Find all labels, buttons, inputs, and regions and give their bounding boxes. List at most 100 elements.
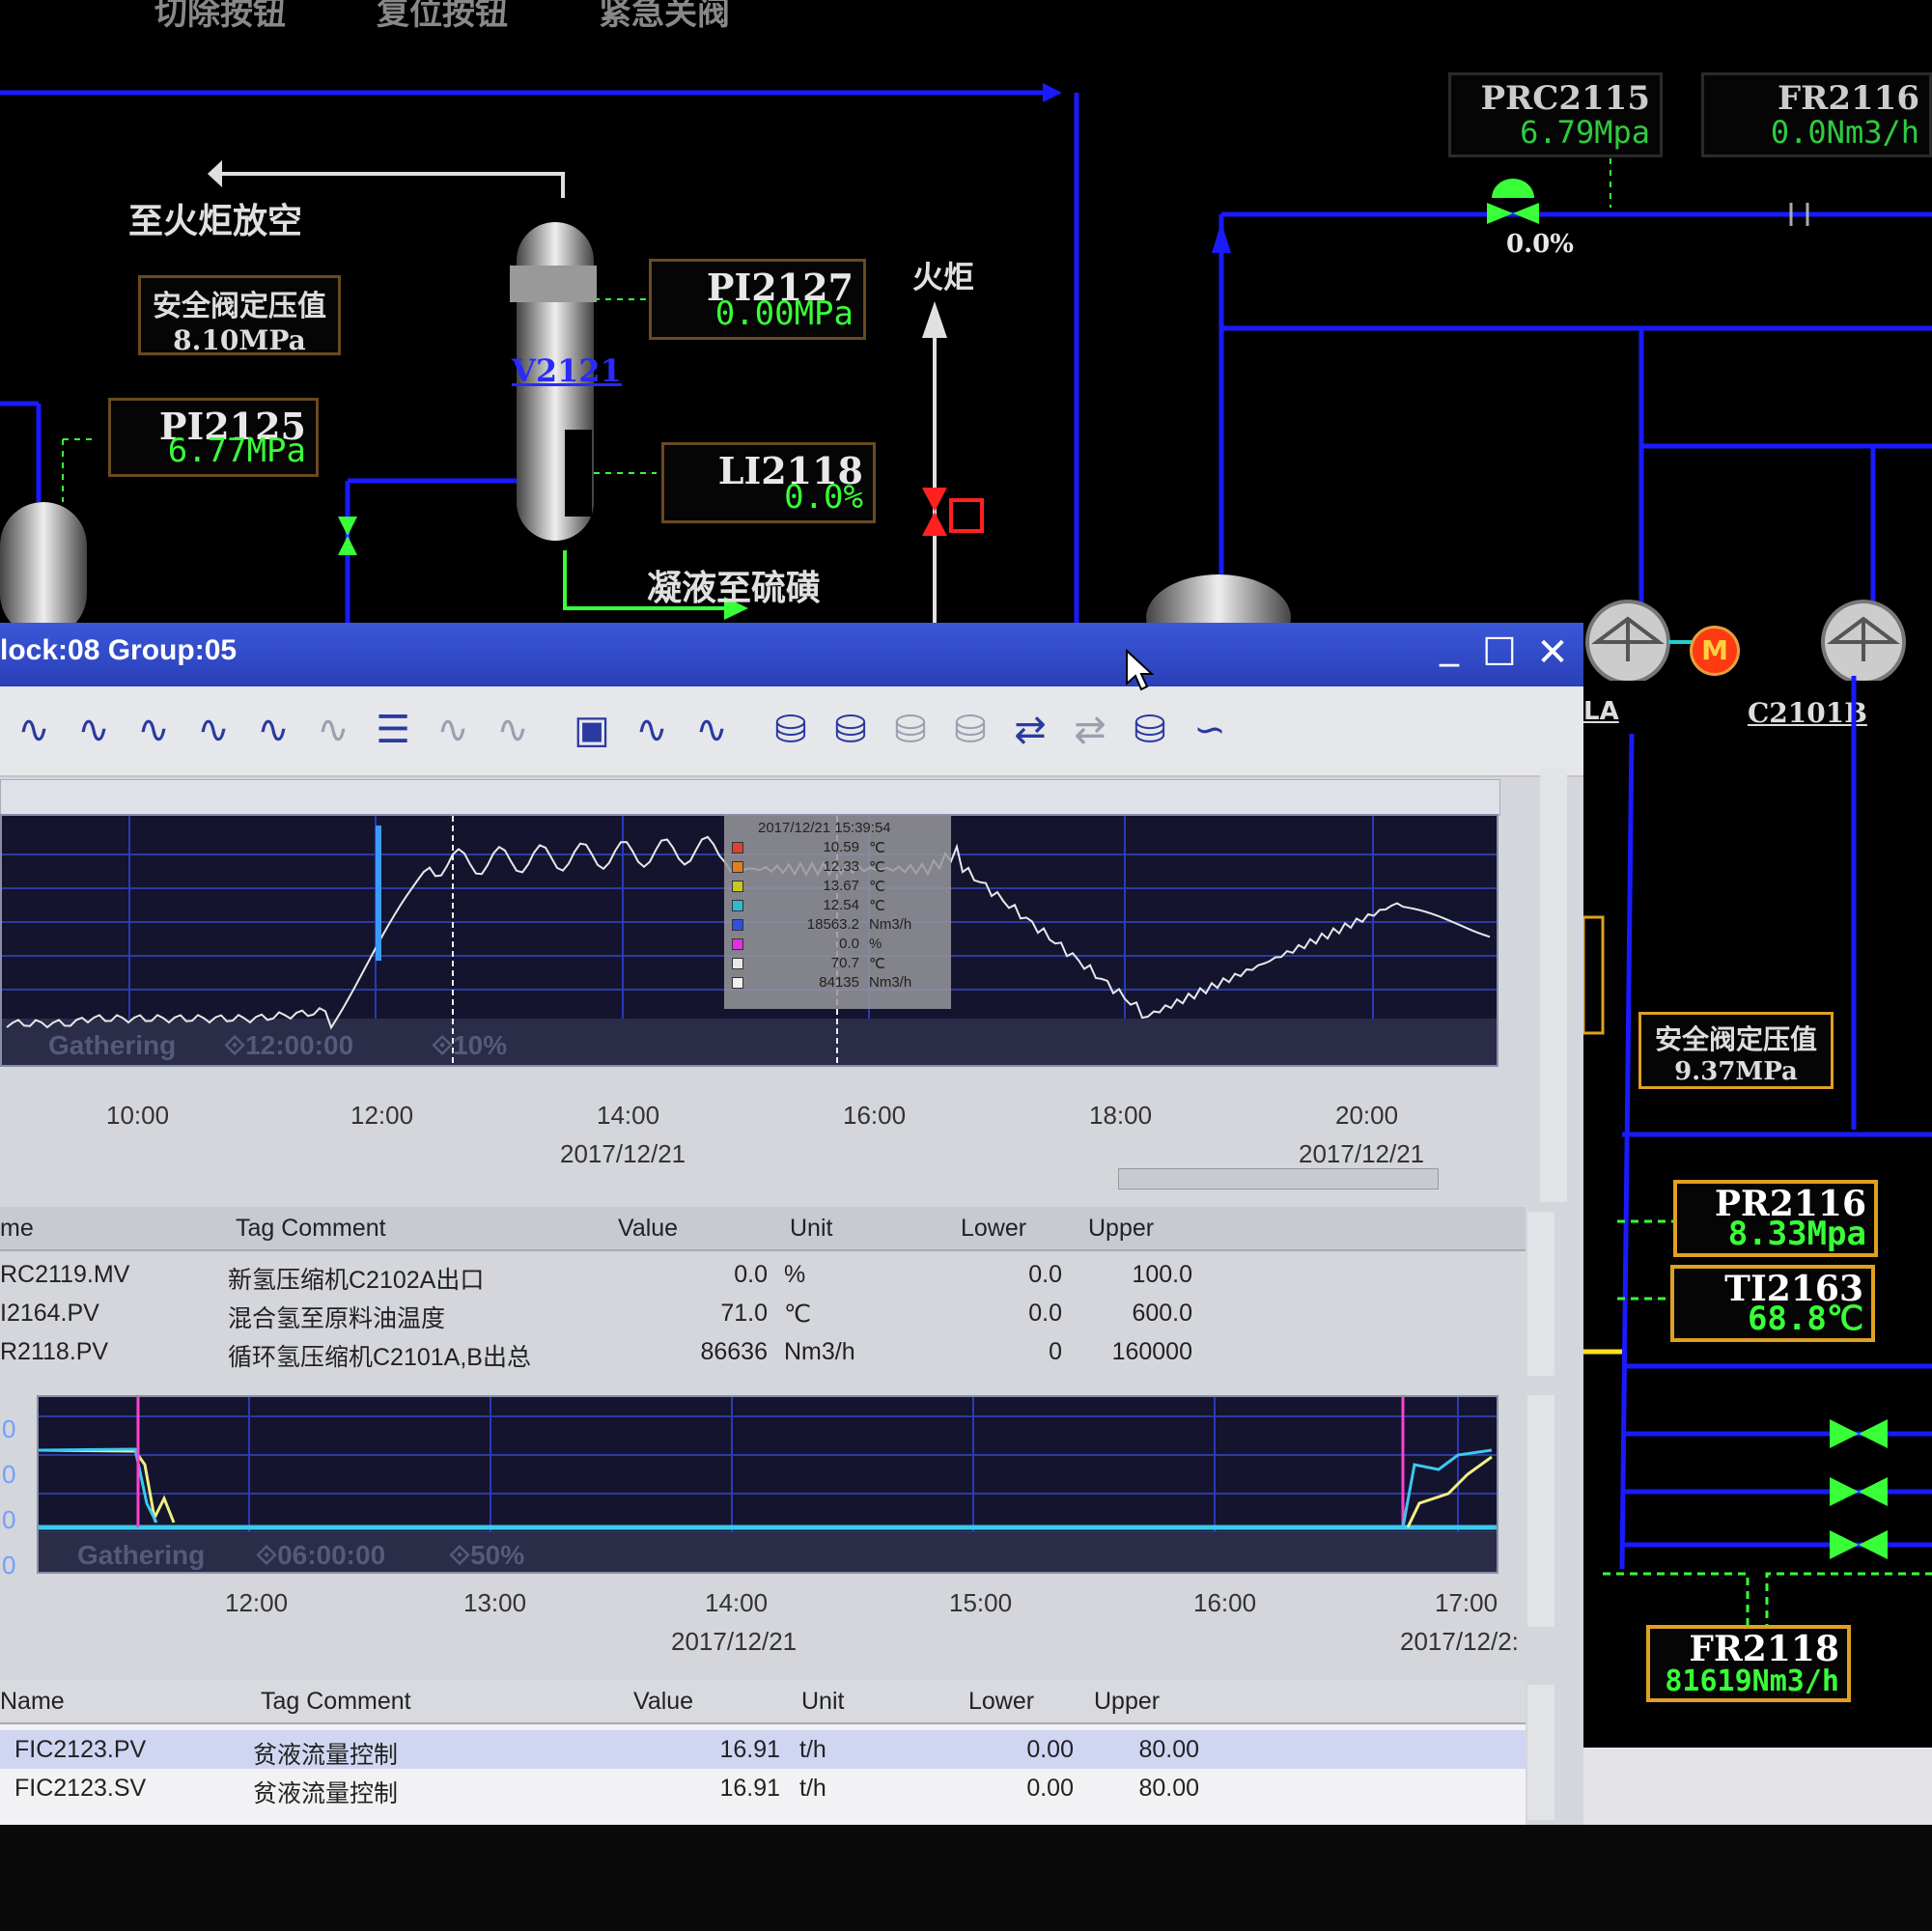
window-title: lock:08 Group:05 (0, 634, 238, 666)
trend-icon[interactable]: ∿ (487, 704, 539, 756)
table2: Name Tag Comment Value Unit Lower Upper … (0, 1680, 1526, 1825)
col-lower[interactable]: Lower (961, 1215, 1026, 1243)
table-cell: 循环氢压缩机C2101A,B出总 (228, 1344, 531, 1371)
pi2125-box[interactable]: PI2125 6.77MPa (108, 398, 319, 477)
trend-icon[interactable]: ∿ (8, 704, 60, 756)
table-row[interactable]: FIC2123.SV 贫液流量控制 16.91 t/h 0.00 80.00 (0, 1769, 1526, 1807)
col-tag-comment[interactable]: Tag Comment (236, 1215, 386, 1243)
chart2-ytick: 0 (2, 1551, 16, 1580)
chart1-vscroll[interactable] (1540, 768, 1567, 1202)
chart1-date: 2017/12/21 (1299, 1139, 1425, 1168)
col-lower[interactable]: Lower (968, 1688, 1034, 1716)
chart2-vscroll[interactable] (1527, 1395, 1554, 1627)
tooltip-value: 12.54 (823, 897, 859, 913)
table-cell: 100.0 (1132, 1261, 1192, 1288)
chart1-xtick: 12:00 (350, 1101, 414, 1130)
table-row[interactable]: R2118.PV 循环氢压缩机C2101A,B出总 86636 Nm3/h 0 16000… (0, 1332, 1526, 1371)
tooltip-swatch (732, 977, 743, 989)
table2-vscroll[interactable] (1527, 1685, 1554, 1820)
tooltip-unit: Nm3/h (869, 974, 912, 991)
chart2-series-yellow (1406, 1455, 1493, 1528)
col-unit[interactable]: Unit (801, 1688, 844, 1716)
chart2-plot[interactable]: Gathering ⟐06:00:00 ⟐50% (37, 1395, 1498, 1574)
table-row[interactable]: I2164.PV 混合氢至原料油温度 71.0 ℃ 0.0 600.0 (0, 1294, 1526, 1332)
chart1-xtick: 14:00 (597, 1101, 660, 1130)
tooltip-value: 84135 (819, 974, 859, 991)
table-row[interactable]: FIC2123.PV 贫液流量控制 16.91 t/h 0.00 80.00 (0, 1730, 1526, 1769)
trend-icon[interactable]: ∿ (127, 704, 180, 756)
trend-icon[interactable]: ∿ (427, 704, 479, 756)
col-value[interactable]: Value (618, 1215, 678, 1243)
tooltip-value: 12.33 (823, 858, 859, 875)
tooltip-swatch (732, 938, 743, 950)
trend-icon[interactable]: ∿ (686, 704, 738, 756)
hmi-bottom-strip (1564, 1748, 1932, 1825)
table-cell: 混合氢至原料油温度 (228, 1305, 446, 1332)
table-cell: 16.91 (719, 1775, 780, 1802)
chart1-span: ⟐12:00:00 (224, 1030, 354, 1060)
chart2-xtick: 14:00 (705, 1588, 769, 1617)
trend-icon[interactable]: ∿ (307, 704, 359, 756)
table-cell: 贫液流量控制 (253, 1780, 399, 1807)
compressor-icons (1585, 600, 1906, 681)
chart2-span: ⟐06:00:00 (256, 1540, 386, 1570)
col-value[interactable]: Value (633, 1688, 693, 1716)
chart2-xtick: 13:00 (463, 1588, 527, 1617)
chart1-xtick: 18:00 (1089, 1101, 1153, 1130)
chart1-hscroll[interactable] (1118, 1168, 1439, 1189)
chart2-xtick: 17:00 (1435, 1588, 1498, 1617)
table1-vscroll[interactable] (1527, 1212, 1554, 1376)
close-button[interactable]: ✕ (1530, 630, 1575, 675)
wave-icon[interactable]: ∽ (1184, 704, 1236, 756)
arrows-icon[interactable]: ⇄ (1064, 704, 1116, 756)
trend-icon[interactable]: ∿ (247, 704, 299, 756)
trend-icon[interactable]: ∿ (68, 704, 120, 756)
tooltip-unit: ℃ (869, 956, 885, 972)
tooltip-unit: ℃ (869, 879, 885, 895)
maximize-button[interactable]: ☐ (1477, 630, 1522, 675)
col-name[interactable]: Name (0, 1688, 65, 1716)
col-upper[interactable]: Upper (1094, 1688, 1160, 1716)
database-icon[interactable]: ⛁ (944, 704, 996, 756)
chart1-gathering: Gathering (48, 1030, 177, 1060)
chart1-xtick: 16:00 (843, 1101, 907, 1130)
chart2-xtick: 12:00 (225, 1588, 289, 1617)
chart-icon[interactable]: ▣ (566, 704, 618, 756)
table-cell: Nm3/h (784, 1338, 855, 1365)
chart2-ytick: 0 (2, 1505, 16, 1534)
col-name[interactable]: me (0, 1215, 34, 1243)
fr2118-box[interactable]: FR2118 81619Nm3/h (1646, 1625, 1851, 1702)
trend-icon[interactable]: ∿ (626, 704, 678, 756)
window-titlebar[interactable]: lock:08 Group:05 _ ☐ ✕ (0, 623, 1583, 686)
col-tag-comment[interactable]: Tag Comment (261, 1688, 411, 1716)
chart2-date: 2017/12/2: (1400, 1627, 1519, 1656)
li2118-box[interactable]: LI2118 0.0% (661, 442, 876, 523)
pr2116-box[interactable]: PR2116 8.33Mpa (1673, 1180, 1878, 1257)
col-upper[interactable]: Upper (1088, 1215, 1154, 1243)
fr2118-value: 81619Nm3/h (1665, 1665, 1839, 1698)
chart1-timebar[interactable] (0, 779, 1500, 816)
vessel-v2121-link[interactable]: V2121 (512, 352, 622, 389)
database-icon[interactable]: ⛁ (884, 704, 937, 756)
trend-icon[interactable]: ∿ (187, 704, 239, 756)
prc2115-box[interactable]: PRC2115 6.79Mpa (1448, 72, 1663, 157)
minimize-button[interactable]: _ (1427, 623, 1471, 667)
pi2127-box[interactable]: PI2127 0.00MPa (649, 259, 866, 340)
tooltip-unit: ℃ (869, 898, 885, 914)
database-icon[interactable]: ⛁ (1124, 704, 1176, 756)
chart1-plot[interactable]: Gathering ⟐12:00:00 ⟐10% 2017/12/21 15:3… (0, 814, 1498, 1067)
tooltip-time: 2017/12/21 15:39:54 (758, 820, 891, 836)
table-cell: 80.00 (1138, 1775, 1199, 1802)
mouse-cursor-icon (1126, 649, 1154, 691)
database-icon[interactable]: ⛁ (765, 704, 817, 756)
pr2116-value: 8.33Mpa (1727, 1215, 1866, 1253)
col-unit[interactable]: Unit (790, 1215, 832, 1243)
database-icon[interactable]: ⛁ (825, 704, 877, 756)
fr2116-box[interactable]: FR2116 0.0Nm3/h (1701, 72, 1932, 157)
list-icon[interactable]: ☰ (367, 704, 419, 756)
tooltip-swatch (732, 881, 743, 892)
table-row[interactable]: RC2119.MV 新氢压缩机C2102A出口 0.0% 0.0 100.0 (0, 1255, 1526, 1294)
ti2163-box[interactable]: TI2163 68.8℃ (1670, 1265, 1875, 1342)
chart2-xtick: 15:00 (949, 1588, 1013, 1617)
arrows-icon[interactable]: ⇄ (1004, 704, 1056, 756)
